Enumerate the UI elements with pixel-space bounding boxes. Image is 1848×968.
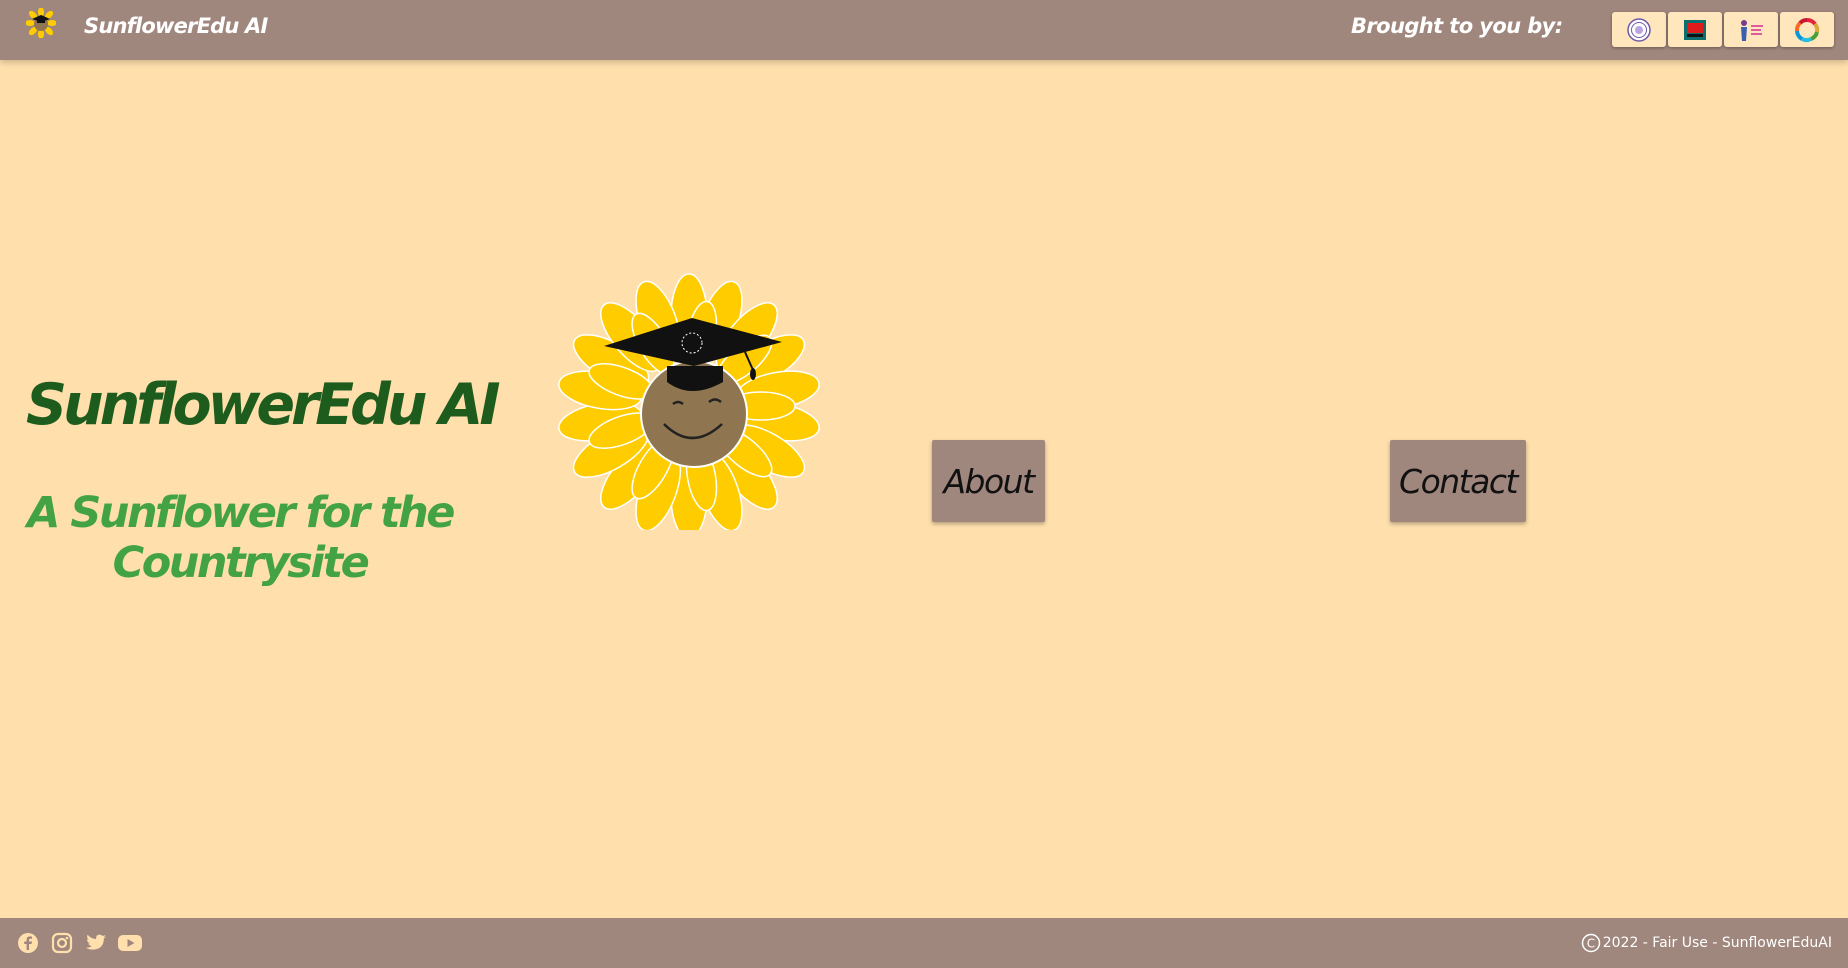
instagram-icon [51, 932, 73, 954]
sponsor-sdg-wheel[interactable] [1780, 12, 1834, 47]
women-figure-logo-icon [1741, 19, 1763, 41]
sponsor-women-logo[interactable] [1724, 12, 1778, 47]
facebook-icon [18, 933, 38, 953]
youtube-link[interactable] [116, 931, 144, 955]
twitter-link[interactable] [84, 931, 108, 955]
sdg-wheel-icon [1795, 17, 1820, 42]
sponsor-university-seal[interactable] [1612, 12, 1666, 47]
youtube-icon [118, 935, 142, 951]
copyright-text: 2022 - Fair Use - SunflowerEduAI [1602, 935, 1832, 951]
screen-logo-icon [1684, 19, 1706, 40]
top-bar: SunflowerEdu AI Brought to you by: [0, 0, 1848, 60]
sunflower-logo-icon[interactable] [26, 8, 56, 38]
twitter-icon [86, 934, 106, 950]
sponsor-screen-logo[interactable] [1668, 12, 1722, 47]
contact-button[interactable]: Contact [1390, 440, 1526, 522]
instagram-link[interactable] [50, 931, 74, 955]
hero-title: SunflowerEdu AI [26, 372, 501, 438]
hero-subtitle: A Sunflower for the Countrysite [27, 488, 455, 588]
copyright-symbol: C [1587, 936, 1595, 950]
about-button[interactable]: About [932, 440, 1045, 522]
copyright-notice: C 2022 - Fair Use - SunflowerEduAI [1581, 933, 1832, 953]
page: SunflowerEdu AI Brought to you by: Sunfl… [0, 0, 1848, 968]
sunflower-graduate-illustration [558, 273, 820, 530]
university-seal-icon [1627, 17, 1651, 42]
copyright-icon: C [1581, 933, 1600, 953]
brand-link[interactable]: SunflowerEdu AI [84, 14, 268, 38]
brought-by-label: Brought to you by: [1351, 14, 1563, 38]
facebook-link[interactable] [16, 931, 40, 955]
footer-bar: C 2022 - Fair Use - SunflowerEduAI [0, 918, 1848, 968]
